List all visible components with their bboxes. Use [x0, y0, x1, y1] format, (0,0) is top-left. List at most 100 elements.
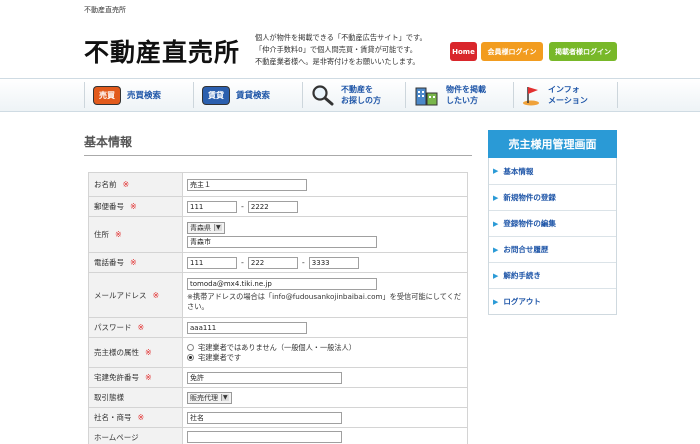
license-input[interactable]: 免許	[187, 371, 342, 384]
radio-button[interactable]	[187, 344, 194, 351]
triangle-right-icon: ▶	[493, 219, 499, 228]
chevron-down-icon: ▼	[221, 394, 229, 401]
label-text: 住所	[94, 230, 109, 239]
nav-divider	[302, 82, 303, 108]
field-value: aaa111	[183, 318, 467, 337]
field-value: 売主１	[183, 173, 467, 196]
sidebar-title: 売主様用管理画面	[488, 130, 617, 158]
radio-not-agent[interactable]: 宅建業者ではありません（一般個人・一般法人）	[187, 343, 463, 353]
field-label: お名前 ※	[89, 173, 183, 196]
required-mark: ※	[145, 348, 152, 357]
label-text: 宅建免許番号	[94, 373, 139, 382]
nav-seekers-line: お探しの方	[341, 96, 381, 105]
company-input[interactable]: 社名	[187, 411, 342, 424]
required-mark: ※	[152, 290, 160, 300]
city-input[interactable]: 青森市	[187, 235, 377, 248]
tagline-line: 不動産業者様へ。是非寄付けをお願いいたします。	[255, 57, 420, 66]
nav-list-property[interactable]: 物件を掲載 したい方	[414, 84, 486, 106]
field-label: メールアドレス ※	[89, 273, 183, 317]
triangle-right-icon: ▶	[493, 271, 499, 280]
email-note: ※携帯アドレスの場合は「info@fudousankojinbaibai.com…	[187, 292, 462, 311]
field-label: 住所 ※	[89, 217, 183, 252]
tagline-line: 「仲介手数料0」で個人間売買・賃貸が可能です。	[255, 45, 417, 54]
sidebar-item-label: お問合せ履歴	[503, 245, 549, 254]
phone-1-input[interactable]: 111	[187, 256, 237, 269]
member-login-button[interactable]: 会員様ログイン	[481, 42, 543, 61]
phone-3-input[interactable]: 3333	[308, 256, 359, 269]
required-mark: ※	[122, 180, 130, 189]
buildings-icon	[415, 87, 438, 106]
home-button[interactable]: Home	[450, 42, 477, 61]
sidebar-item-basic-info[interactable]: ▶ 基本情報	[489, 158, 616, 184]
form-row-deal-type: 取引態様 販売代理 ▼	[88, 387, 468, 407]
nav-information[interactable]: インフォ メーション	[522, 84, 588, 106]
nav-divider	[405, 82, 406, 108]
nav-divider	[617, 82, 618, 108]
email-input[interactable]: tomoda@mx4.tiki.ne.jp	[187, 278, 377, 290]
radio-button-selected[interactable]	[187, 354, 194, 361]
basic-info-form: お名前 ※ 売主１ 郵便番号 ※ 111 - 2222 住所 ※ 青森県 ▼ 青森市 電…	[88, 172, 468, 444]
name-input[interactable]: 売主１	[187, 178, 307, 191]
sidebar-item-inquiry-history[interactable]: ▶ お問合せ履歴	[489, 236, 616, 262]
field-value: 宅建業者ではありません（一般個人・一般法人） 宅建業者です	[183, 338, 467, 367]
nav-list-line: 物件を掲載	[446, 85, 486, 94]
sidebar-item-label: 解約手続き	[503, 271, 541, 280]
form-row-name: お名前 ※ 売主１	[88, 172, 468, 196]
magnifier-icon	[312, 85, 334, 106]
radio-label: 宅建業者ではありません（一般個人・一般法人）	[198, 342, 356, 352]
triangle-right-icon: ▶	[493, 193, 499, 202]
sidebar-item-label: 登録物件の編集	[503, 219, 556, 228]
sidebar-menu: ▶ 基本情報 ▶ 新規物件の登録 ▶ 登録物件の編集 ▶ お問合せ履歴 ▶ 解約手続き ▶…	[488, 158, 617, 315]
nav-rent-search[interactable]: 賃貸 賃貸検索	[203, 84, 270, 106]
deal-type-value: 販売代理	[190, 393, 218, 402]
field-value: 111 - 222 - 3333	[183, 253, 467, 272]
field-label: ホームページ	[89, 428, 183, 444]
nav-rent-label: 賃貸検索	[236, 91, 271, 101]
seller-sidebar: 売主様用管理画面 ▶ 基本情報 ▶ 新規物件の登録 ▶ 登録物件の編集 ▶ お問合せ履歴…	[488, 130, 617, 315]
field-label: 取引態様	[89, 388, 183, 407]
triangle-right-icon: ▶	[493, 297, 499, 306]
nav-property-seekers[interactable]: 不動産を お探しの方	[311, 84, 381, 106]
phone-2-input[interactable]: 222	[247, 256, 298, 269]
form-row-company: 社名・商号 ※ 社名	[88, 407, 468, 427]
required-mark: ※	[130, 202, 137, 211]
field-label: パスワード ※	[89, 318, 183, 337]
triangle-right-icon: ▶	[493, 167, 499, 175]
label-text: お名前	[94, 180, 117, 189]
radio-agent[interactable]: 宅建業者です	[187, 353, 463, 363]
form-row-email: メールアドレス ※ tomoda@mx4.tiki.ne.jp ※携帯アドレスの場…	[88, 272, 468, 317]
label-text: パスワード	[94, 323, 132, 332]
required-mark: ※	[137, 413, 145, 422]
form-row-phone: 電話番号 ※ 111 - 222 - 3333	[88, 252, 468, 272]
password-input[interactable]: aaa111	[187, 321, 307, 334]
deal-type-select[interactable]: 販売代理 ▼	[187, 391, 232, 404]
field-label: 社名・商号 ※	[89, 408, 183, 427]
postal-code-2-input[interactable]: 2222	[247, 200, 298, 213]
nav-info-line: メーション	[548, 96, 588, 105]
prefecture-select[interactable]: 青森県 ▼	[187, 221, 225, 234]
nav-divider	[84, 82, 85, 108]
nav-info-label: インフォ メーション	[548, 84, 588, 106]
nav-list-label: 物件を掲載 したい方	[446, 84, 486, 106]
sidebar-item-logout[interactable]: ▶ ログアウト	[489, 288, 616, 314]
homepage-input[interactable]	[187, 431, 342, 443]
sidebar-item-new-property[interactable]: ▶ 新規物件の登録	[489, 184, 616, 210]
sidebar-item-edit-property[interactable]: ▶ 登録物件の編集	[489, 210, 616, 236]
nav-sale-search[interactable]: 売買 売買検索	[94, 84, 161, 106]
label-text: 取引態様	[94, 393, 124, 402]
triangle-right-icon: ▶	[493, 245, 499, 254]
lister-login-button[interactable]: 掲載者様ログイン	[549, 42, 617, 61]
title-divider	[84, 155, 472, 156]
field-label: 電話番号 ※	[89, 253, 183, 272]
field-value: 販売代理 ▼	[183, 388, 467, 407]
tagline-line: 個人が物件を掲載できる「不動産広告サイト」です。	[255, 33, 427, 42]
label-text: 郵便番号	[94, 202, 124, 211]
field-value: 免許	[183, 368, 467, 387]
field-value: 青森県 ▼ 青森市	[183, 217, 467, 252]
postal-code-1-input[interactable]: 111	[187, 200, 237, 213]
sidebar-item-cancellation[interactable]: ▶ 解約手続き	[489, 262, 616, 288]
label-text: メールアドレス	[94, 290, 147, 300]
site-logo[interactable]: 不動産直売所	[84, 33, 240, 69]
form-row-homepage: ホームページ	[88, 427, 468, 444]
radio-label: 宅建業者です	[198, 352, 242, 362]
